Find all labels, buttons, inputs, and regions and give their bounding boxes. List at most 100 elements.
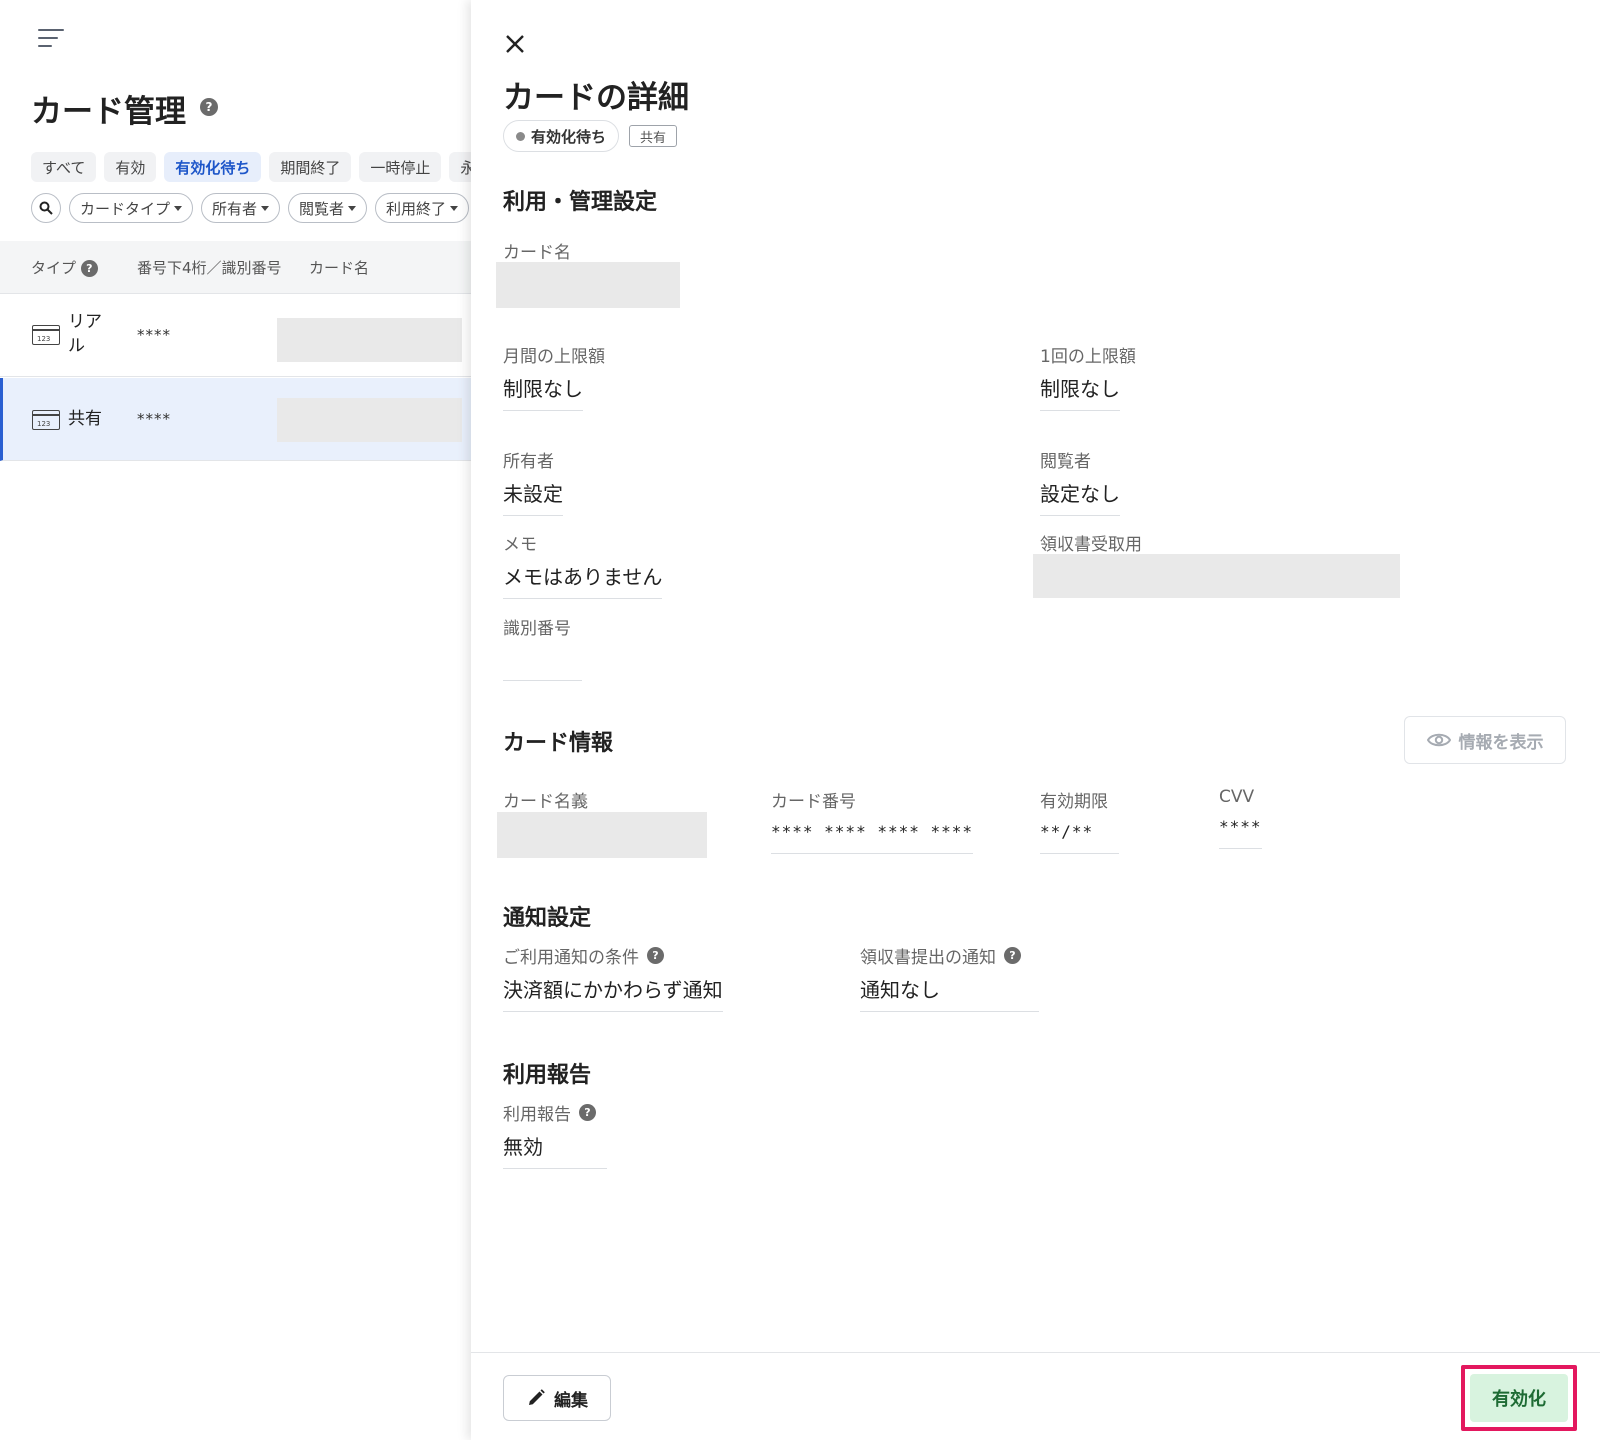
column-type-label: タイプ [31, 259, 77, 277]
viewer-label: 閲覧者 [1040, 452, 1091, 472]
column-type[interactable]: タイプ ? [31, 257, 98, 278]
expiry-field: 有効期限 **/** [1040, 787, 1119, 854]
monthly-limit-label: 月間の上限額 [503, 347, 605, 367]
status-dot-icon [516, 131, 525, 141]
monthly-limit-field: 月間の上限額 制限なし [503, 342, 605, 411]
viewer-value: 設定なし [1040, 478, 1120, 516]
usage-notification-condition-field: ご利用通知の条件 ? 決済額にかかわらず通知 [503, 943, 723, 1012]
status-label: 有効化待ち [531, 127, 607, 146]
help-icon[interactable]: ? [200, 98, 218, 116]
column-card-name[interactable]: カード名 [309, 257, 369, 278]
help-icon[interactable]: ? [579, 1104, 596, 1121]
tab-active[interactable]: 有効 [104, 152, 157, 182]
filter-card-type[interactable]: カードタイプ [69, 193, 194, 223]
card-name-label: カード名 [503, 243, 571, 263]
owner-value: 未設定 [503, 478, 563, 516]
table-row[interactable]: 123 リアル **** [0, 294, 472, 377]
receipt-recipient-label: 領収書受取用 [1040, 535, 1142, 555]
card-number-label: カード番号 [771, 792, 856, 812]
card-detail-drawer: カードの詳細 有効化待ち 共有 利用・管理設定 カード名 月間の上限額 制限なし… [471, 0, 1600, 1440]
owner-field: 所有者 未設定 [503, 447, 563, 516]
help-icon[interactable]: ? [1004, 947, 1021, 964]
receipt-submission-notice-value: 通知なし [860, 974, 1039, 1012]
identification-number-field: 識別番号 [503, 614, 582, 685]
usage-notification-condition-label: ご利用通知の条件 ? [503, 943, 723, 968]
memo-value: メモはありません [503, 561, 663, 599]
tab-expired[interactable]: 期間終了 [269, 152, 352, 182]
filter-usage-end[interactable]: 利用終了 [375, 193, 470, 223]
filter-label: カードタイプ [80, 199, 171, 218]
viewer-field: 閲覧者 設定なし [1040, 447, 1120, 516]
tab-all[interactable]: すべて [31, 152, 97, 182]
memo-field: メモ メモはありません [503, 530, 663, 599]
menu-icon[interactable] [38, 26, 66, 50]
identification-number-value [503, 645, 582, 681]
filter-owner[interactable]: 所有者 [201, 193, 281, 223]
help-icon[interactable]: ? [647, 947, 664, 964]
filter-label: 利用終了 [386, 199, 447, 218]
owner-label: 所有者 [503, 452, 554, 472]
tab-pending-activation[interactable]: 有効化待ち [164, 152, 262, 182]
usage-report-field: 利用報告 ? 無効 [503, 1100, 607, 1169]
table-row[interactable]: 123 共有 **** [0, 378, 472, 461]
card-info-heading: カード情報 [503, 731, 614, 756]
filter-viewer[interactable]: 閲覧者 [288, 193, 368, 223]
column-last4[interactable]: 番号下4桁／識別番号 [137, 257, 282, 278]
page-title: カード管理 [31, 94, 186, 130]
card-icon: 123 [32, 410, 60, 430]
card-name-placeholder [277, 318, 462, 362]
shared-tag: 共有 [629, 125, 678, 147]
activate-button[interactable]: 有効化 [1470, 1374, 1568, 1422]
card-number-value: **** **** **** **** [771, 818, 974, 854]
cardholder-name-value-placeholder [497, 812, 707, 858]
chevron-down-icon [261, 205, 270, 211]
edit-button[interactable]: 編集 [503, 1375, 611, 1421]
usage-settings-heading: 利用・管理設定 [503, 190, 658, 215]
receipt-recipient-field: 領収書受取用 [1040, 530, 1142, 555]
search-button[interactable] [31, 193, 61, 223]
row-card-number: **** [137, 326, 171, 344]
chevron-down-icon [174, 205, 183, 211]
expiry-label: 有効期限 [1040, 792, 1108, 812]
card-name-field: カード名 [503, 238, 571, 263]
usage-report-label-text: 利用報告 [503, 1105, 571, 1125]
receipt-submission-notice-field: 領収書提出の通知 ? 通知なし [860, 943, 1039, 1012]
cvv-label: CVV [1219, 787, 1255, 807]
identification-number-label: 識別番号 [503, 619, 571, 639]
receipt-recipient-value-placeholder [1033, 554, 1400, 598]
eye-icon [1426, 733, 1451, 747]
per-transaction-limit-value: 制限なし [1040, 373, 1120, 411]
search-icon [39, 201, 53, 215]
receipt-submission-notice-text: 領収書提出の通知 [860, 948, 996, 968]
usage-notification-condition-text: ご利用通知の条件 [503, 948, 639, 968]
usage-notification-condition-value: 決済額にかかわらず通知 [503, 974, 723, 1012]
card-list-page: カード管理 ? すべて 有効 有効化待ち 期間終了 一時停止 永 カードタイプ … [0, 0, 472, 1440]
usage-report-label: 利用報告 ? [503, 1100, 607, 1125]
cardholder-name-label: カード名義 [503, 792, 588, 812]
show-info-button[interactable]: 情報を表示 [1404, 716, 1566, 764]
drawer-title: カードの詳細 [503, 80, 689, 116]
tab-suspended[interactable]: 一時停止 [359, 152, 442, 182]
row-card-type: リアル [68, 312, 102, 356]
receipt-submission-notice-label: 領収書提出の通知 ? [860, 943, 1039, 968]
memo-label: メモ [503, 535, 537, 555]
table-header: タイプ ? 番号下4桁／識別番号 カード名 [0, 241, 472, 294]
edit-button-label: 編集 [554, 1390, 588, 1411]
filter-label: 所有者 [212, 199, 258, 218]
filter-bar: カードタイプ 所有者 閲覧者 利用終了 [31, 193, 470, 223]
activate-button-highlight: 有効化 [1461, 1365, 1577, 1431]
cvv-value: **** [1219, 813, 1262, 849]
close-icon[interactable] [503, 32, 527, 56]
cvv-field: CVV **** [1219, 787, 1262, 849]
card-icon: 123 [32, 325, 60, 345]
row-card-type: 共有 [68, 409, 102, 429]
per-transaction-limit-label: 1回の上限額 [1040, 347, 1136, 367]
help-icon[interactable]: ? [80, 260, 98, 277]
cardholder-name-field: カード名義 [503, 787, 588, 812]
card-name-placeholder [277, 398, 462, 442]
notification-settings-heading: 通知設定 [503, 906, 592, 931]
pencil-icon [529, 1389, 545, 1405]
card-name-value-placeholder [496, 262, 680, 308]
tab-permanent[interactable]: 永 [449, 152, 472, 182]
usage-report-heading: 利用報告 [503, 1063, 592, 1088]
